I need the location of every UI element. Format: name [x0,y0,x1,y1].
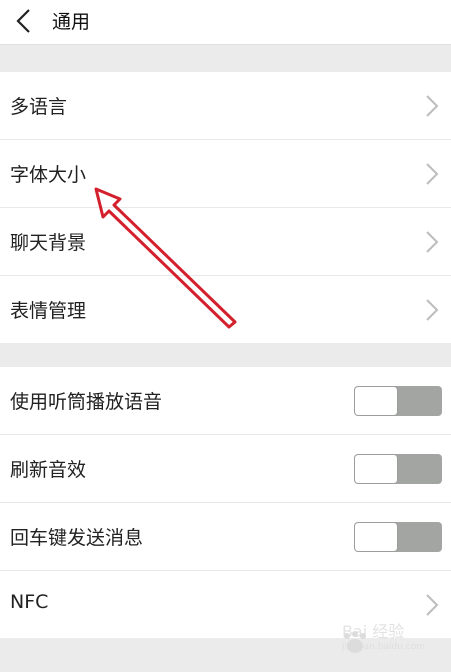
row-label: 回车键发送消息 [10,527,144,549]
chevron-right-icon [426,231,439,253]
row-label: 聊天背景 [10,232,87,254]
row-label: 表情管理 [10,300,87,322]
earpiece-playback-toggle[interactable] [354,386,442,416]
row-label: 使用听筒播放语音 [10,391,163,413]
refresh-sound-toggle[interactable] [354,454,442,484]
chevron-right-icon [426,594,439,616]
row-label: 刷新音效 [10,459,87,481]
settings-group-sound: 使用听筒播放语音 刷新音效 回车键发送消息 NFC [0,367,451,638]
row-label: 字体大小 [10,164,87,186]
settings-row-enter-to-send: 回车键发送消息 [0,503,451,571]
settings-row-font-size[interactable]: 字体大小 [0,140,451,208]
watermark-subtext: jingyan.baidu.com [341,642,425,652]
toggle-knob [355,455,397,483]
top-bar: 通用 [0,0,451,45]
row-label: 多语言 [10,96,68,118]
settings-row-chat-background[interactable]: 聊天背景 [0,208,451,276]
row-label: NFC [10,591,49,613]
back-arrow-icon[interactable] [10,6,40,36]
chevron-right-icon [426,95,439,117]
settings-row-earpiece-playback: 使用听筒播放语音 [0,367,451,435]
page-title: 通用 [52,11,91,33]
enter-to-send-toggle[interactable] [354,522,442,552]
toggle-knob [355,387,397,415]
settings-row-language[interactable]: 多语言 [0,72,451,140]
watermark: Bai 经验 jingyan.baidu.com [342,618,425,652]
toggle-knob [355,523,397,551]
chevron-right-icon [426,299,439,321]
settings-group-display: 多语言 字体大小 聊天背景 表情管理 [0,72,451,343]
chevron-right-icon [426,163,439,185]
settings-row-refresh-sound: 刷新音效 [0,435,451,503]
settings-row-emoji-management[interactable]: 表情管理 [0,276,451,343]
watermark-text: Bai 经验 [341,622,405,641]
